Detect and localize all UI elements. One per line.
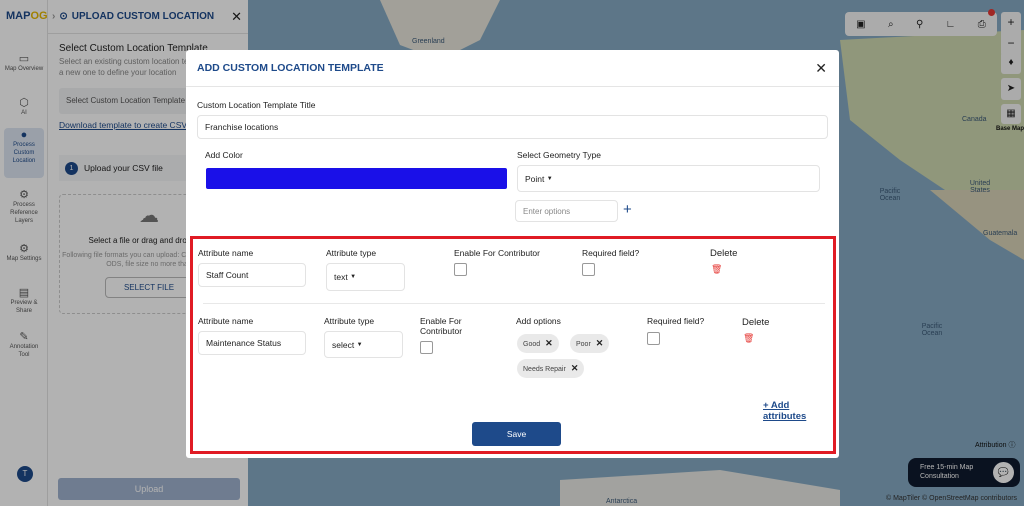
add-color-label: Add Color [205,150,243,160]
trash-icon[interactable]: 🗑 [711,264,722,275]
options-input[interactable]: Enter options [515,200,618,222]
enable-contributor-label: Enable For Contributor [420,316,463,336]
modal-title: ADD CUSTOM LOCATION TEMPLATE [186,50,839,87]
geometry-type-select[interactable]: Point ▼ [517,165,820,192]
attribute-type-label: Attribute type [324,316,375,326]
delete-label: Delete [742,317,770,328]
option-label: Good [523,341,541,348]
caret-down-icon: ▼ [356,341,363,348]
add-template-modal: ADD CUSTOM LOCATION TEMPLATE ✕ Custom Lo… [186,50,839,458]
required-field-checkbox[interactable] [582,263,595,276]
attribute-type-select[interactable]: select ▼ [324,331,403,358]
remove-option-icon[interactable]: ✕ [596,338,604,348]
add-attributes-link[interactable]: + Add attributes [763,400,833,422]
attribute-type-label: Attribute type [326,248,377,258]
attributes-highlight: Attribute name Staff Count Attribute typ… [190,236,836,454]
option-label: Poor [576,341,591,348]
remove-option-icon[interactable]: ✕ [571,363,579,373]
close-icon[interactable]: ✕ [815,60,827,77]
enable-contributor-checkbox[interactable] [420,341,433,354]
type-value: text [334,272,348,282]
add-option-icon[interactable]: + [623,201,632,218]
geometry-type-label: Select Geometry Type [517,150,601,160]
enable-contributor-label: Enable For Contributor [454,248,540,258]
template-title-input[interactable]: Franchise locations [197,115,828,139]
geometry-value: Point [525,173,545,184]
color-picker[interactable] [206,168,507,189]
required-field-checkbox[interactable] [647,332,660,345]
caret-down-icon: ▼ [350,274,357,280]
add-options-label: Add options [516,316,561,326]
attribute-name-input[interactable]: Staff Count [198,263,306,287]
attribute-name-label: Attribute name [198,248,254,258]
template-title-label: Custom Location Template Title [197,100,316,110]
attribute-name-input[interactable]: Maintenance Status [198,331,306,355]
option-chip: Good ✕ [517,334,559,353]
caret-down-icon: ▼ [546,175,553,182]
option-chip: Needs Repair ✕ [517,359,585,378]
required-field-label: Required field? [582,248,640,258]
remove-option-icon[interactable]: ✕ [545,338,553,348]
enable-contributor-checkbox[interactable] [454,263,467,276]
delete-label: Delete [710,248,738,259]
required-field-label: Required field? [647,316,705,326]
trash-icon[interactable]: 🗑 [743,333,754,344]
attribute-name-label: Attribute name [198,316,254,326]
attribute-type-select[interactable]: text ▼ [326,263,405,291]
row-divider [203,303,825,304]
save-button[interactable]: Save [472,422,561,446]
option-chip: Poor ✕ [570,334,610,353]
option-label: Needs Repair [523,366,566,373]
type-value: select [332,339,355,350]
